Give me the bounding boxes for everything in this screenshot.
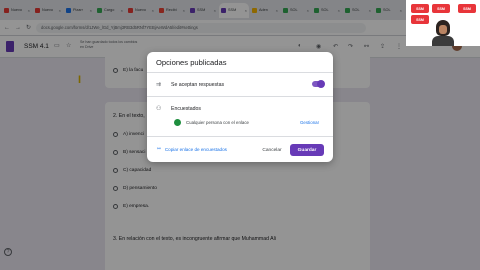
save-button[interactable]: Guardar: [290, 144, 324, 156]
accepting-responses-label: Se aceptan respuestas: [171, 82, 225, 88]
audience-label: Cualquier persona con el enlace: [186, 120, 249, 125]
accepting-responses-icon: ⇉: [156, 82, 162, 88]
webcam-sticker: SSM: [432, 4, 450, 13]
webcam-sticker: SSM: [411, 4, 429, 13]
dialog-divider: [147, 136, 333, 137]
manage-link[interactable]: Gestionar: [300, 120, 319, 125]
presenter-body: [432, 36, 454, 46]
link-icon: ⚯: [157, 146, 161, 151]
globe-icon: [174, 119, 181, 126]
webcam-sticker: SSM: [458, 4, 476, 13]
webcam-sticker: SSM: [411, 15, 429, 24]
copy-respondent-link-button[interactable]: ⚯ Copiar enlace de encuestados: [157, 146, 227, 152]
add-person-icon: ⚇: [156, 106, 162, 112]
dialog-divider: [147, 72, 333, 73]
presenter-face: [439, 25, 447, 34]
respondents-label: Encuestados: [171, 106, 201, 112]
toggle-knob: [317, 80, 325, 88]
accepting-responses-toggle[interactable]: [312, 80, 325, 88]
dialog-title: Opciones publicadas: [156, 58, 227, 67]
cancel-button[interactable]: Cancelar: [257, 144, 287, 156]
dialog-divider: [147, 96, 333, 97]
webcam-overlay: SSM SSM SSM SSM: [406, 0, 480, 46]
published-options-dialog: Opciones publicadas ⇉ Se aceptan respues…: [147, 52, 333, 162]
